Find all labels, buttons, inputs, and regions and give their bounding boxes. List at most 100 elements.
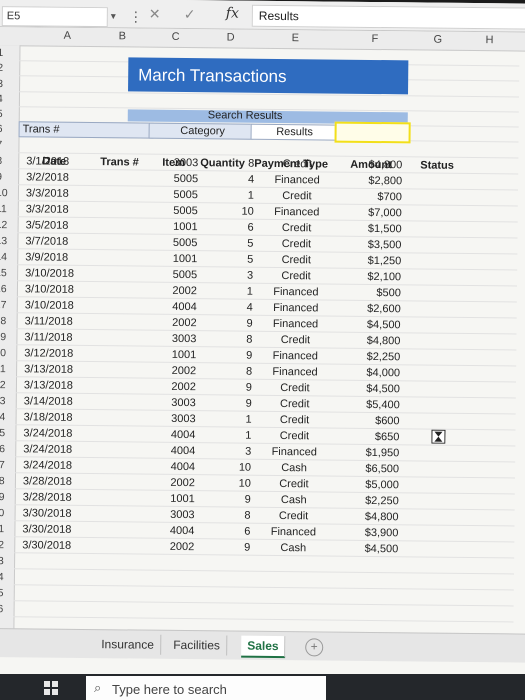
table-cell-qty[interactable]: 1: [227, 285, 253, 298]
table-cell-item[interactable]: 2002: [157, 317, 197, 329]
table-cell-amt[interactable]: $5,400: [342, 399, 400, 411]
insert-function-icon[interactable]: fx: [226, 5, 239, 21]
selected-input-cell[interactable]: [334, 121, 411, 144]
table-cell-pay[interactable]: Financed: [258, 206, 336, 219]
table-cell-qty[interactable]: 9: [225, 493, 251, 506]
table-cell-pay[interactable]: Financed: [256, 350, 334, 363]
trans-criteria-cell[interactable]: Trans #: [18, 121, 154, 139]
table-cell-qty[interactable]: 1: [225, 429, 251, 442]
table-cell-amt[interactable]: $5,000: [341, 479, 399, 491]
table-cell-qty[interactable]: 5: [227, 237, 253, 250]
table-cell-pay[interactable]: Financed: [255, 446, 333, 459]
row-header[interactable]: 17: [0, 299, 21, 311]
table-cell-qty[interactable]: 10: [225, 477, 251, 490]
table-cell-date[interactable]: 3/30/2018: [23, 507, 93, 520]
row-header[interactable]: 7: [0, 139, 23, 151]
table-cell-date[interactable]: 3/10/2018: [25, 283, 95, 296]
table-cell-amt[interactable]: $2,800: [344, 175, 402, 187]
table-cell-amt[interactable]: $7,000: [344, 207, 402, 219]
table-cell-item[interactable]: 4004: [157, 301, 197, 313]
table-cell-pay[interactable]: Financed: [257, 286, 335, 299]
table-cell-date[interactable]: 3/10/2018: [25, 299, 95, 312]
table-cell-amt[interactable]: $4,800: [344, 159, 403, 171]
table-cell-amt[interactable]: $2,100: [343, 271, 401, 283]
table-cell-amt[interactable]: $1,950: [341, 447, 400, 459]
table-cell-date[interactable]: 3/7/2018: [25, 235, 95, 248]
table-cell-amt[interactable]: $4,800: [342, 335, 401, 347]
table-cell-qty[interactable]: 9: [224, 541, 250, 554]
table-cell-amt[interactable]: $2,250: [341, 495, 399, 507]
col-header-d[interactable]: D: [227, 31, 235, 43]
table-cell-qty[interactable]: 8: [226, 333, 252, 346]
col-header-h[interactable]: H: [486, 34, 494, 46]
row-header[interactable]: 1: [0, 47, 23, 59]
table-cell-item[interactable]: 4004: [155, 445, 196, 457]
table-cell-qty[interactable]: 4: [228, 173, 254, 186]
table-cell-date[interactable]: 3/10/2018: [25, 267, 95, 280]
row-header[interactable]: 26: [0, 443, 19, 455]
name-box[interactable]: E5: [1, 6, 108, 28]
row-header[interactable]: 34: [0, 571, 18, 583]
table-cell-date[interactable]: 3/11/2018: [25, 315, 95, 328]
row-header[interactable]: 23: [0, 395, 20, 407]
table-cell-amt[interactable]: $3,500: [343, 239, 402, 251]
table-cell-date[interactable]: 3/1/2018: [26, 155, 96, 168]
table-cell-item[interactable]: 5005: [158, 205, 198, 217]
table-cell-qty[interactable]: 3: [227, 269, 253, 282]
header-status[interactable]: Status: [420, 159, 454, 171]
col-header-a[interactable]: A: [64, 30, 71, 42]
row-header[interactable]: 15: [0, 267, 21, 279]
table-cell-item[interactable]: 1001: [156, 349, 197, 361]
table-cell-item[interactable]: 4004: [155, 429, 196, 441]
table-cell-qty[interactable]: 10: [228, 205, 253, 218]
table-cell-pay[interactable]: Credit: [256, 414, 334, 427]
cancel-icon[interactable]: ✕: [149, 6, 161, 23]
table-cell-item[interactable]: 1001: [155, 493, 195, 505]
table-cell-item[interactable]: 2002: [156, 381, 196, 393]
table-cell-date[interactable]: 3/13/2018: [24, 363, 94, 376]
row-header[interactable]: 25: [0, 427, 20, 439]
table-cell-item[interactable]: 5005: [158, 173, 199, 185]
chevron-down-icon[interactable]: ▾: [111, 11, 116, 22]
table-cell-date[interactable]: 3/28/2018: [23, 475, 93, 488]
table-cell-qty[interactable]: 1: [228, 189, 254, 202]
row-header[interactable]: 12: [0, 219, 22, 231]
table-cell-date[interactable]: 3/24/2018: [23, 427, 93, 440]
table-cell-date[interactable]: 3/3/2018: [26, 203, 96, 216]
row-header[interactable]: 14: [0, 251, 21, 263]
row-header[interactable]: 13: [0, 235, 22, 247]
table-cell-qty[interactable]: 1: [226, 413, 251, 426]
table-cell-date[interactable]: 3/24/2018: [23, 443, 93, 456]
row-header[interactable]: 19: [0, 331, 21, 343]
table-cell-pay[interactable]: Credit: [256, 334, 334, 347]
table-cell-pay[interactable]: Cash: [254, 542, 332, 555]
results-cell[interactable]: Results: [250, 123, 336, 141]
formula-input[interactable]: Results: [251, 4, 525, 30]
more-icon[interactable]: ⋮: [129, 8, 143, 25]
row-header[interactable]: 2: [0, 62, 23, 74]
row-header[interactable]: 24: [0, 411, 20, 423]
col-header-g[interactable]: G: [434, 34, 443, 46]
table-cell-date[interactable]: 3/12/2018: [24, 347, 94, 360]
table-cell-pay[interactable]: Financed: [258, 174, 336, 187]
row-header[interactable]: 30: [0, 507, 19, 519]
table-cell-date[interactable]: 3/24/2018: [23, 459, 93, 472]
table-cell-qty[interactable]: 9: [226, 381, 252, 394]
row-header[interactable]: 9: [0, 171, 22, 183]
row-header[interactable]: 27: [0, 459, 19, 471]
table-cell-amt[interactable]: $6,500: [341, 463, 399, 475]
table-cell-pay[interactable]: Credit: [255, 430, 333, 443]
tab-facilities[interactable]: Facilities: [167, 634, 228, 656]
table-cell-pay[interactable]: Financed: [257, 302, 335, 315]
table-cell-item[interactable]: 3003: [156, 333, 197, 345]
table-cell-pay[interactable]: Credit: [258, 190, 336, 203]
table-cell-amt[interactable]: $3,900: [340, 527, 399, 539]
category-criteria-cell[interactable]: Category: [148, 122, 254, 140]
table-cell-item[interactable]: 2002: [157, 285, 197, 297]
table-cell-item[interactable]: 2002: [156, 365, 197, 377]
taskbar-search-box[interactable]: ⌕ Type here to search: [86, 676, 326, 700]
col-header-c[interactable]: C: [172, 31, 180, 43]
col-header-b[interactable]: B: [119, 30, 126, 42]
tab-insurance[interactable]: Insurance: [95, 634, 162, 655]
header-trans[interactable]: Trans #: [100, 156, 139, 168]
